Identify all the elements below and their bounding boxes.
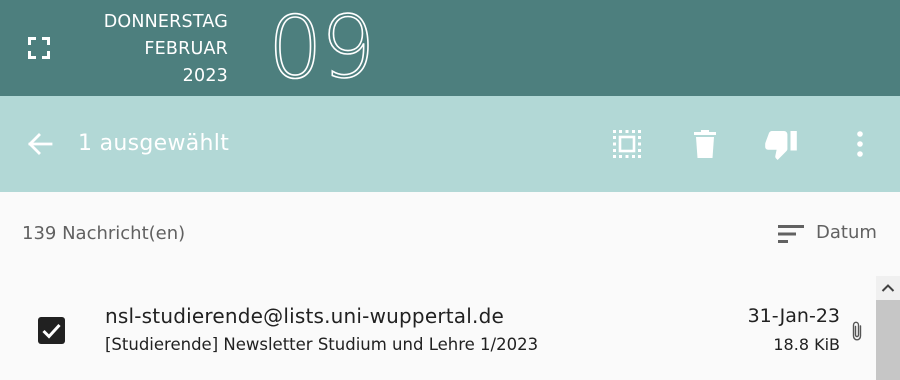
row-checkbox[interactable]	[38, 317, 65, 344]
thumbs-down-icon[interactable]	[765, 128, 797, 160]
message-size: 18.8 KiB	[773, 335, 840, 354]
attachment-icon	[852, 321, 862, 341]
message-date: 31-Jan-23	[747, 305, 840, 327]
scrollbar[interactable]	[876, 276, 900, 380]
month-label: FEBRUAR	[144, 39, 228, 59]
year-label: 2023	[182, 66, 228, 86]
selection-title: 1 ausgewählt	[78, 131, 230, 156]
fullscreen-icon[interactable]	[28, 37, 50, 59]
checkmark-icon	[42, 323, 61, 339]
message-sender: nsl-studierende@lists.uni-wuppertal.de	[105, 304, 504, 328]
more-vert-icon[interactable]	[844, 128, 876, 160]
list-header: 139 Nachricht(en) Datum	[0, 192, 900, 276]
message-row[interactable]: nsl-studierende@lists.uni-wuppertal.de […	[0, 276, 876, 380]
delete-icon[interactable]	[689, 128, 721, 160]
scroll-up-icon[interactable]	[876, 276, 900, 300]
select-all-icon[interactable]	[611, 128, 643, 160]
selection-action-bar: 1 ausgewählt	[0, 96, 900, 192]
date-text: DONNERSTAG FEBRUAR 2023	[104, 9, 228, 90]
sort-label[interactable]: Datum	[816, 221, 877, 245]
back-arrow-icon[interactable]	[26, 130, 54, 158]
day-number: 09	[267, 0, 376, 98]
date-header: DONNERSTAG FEBRUAR 2023 09	[0, 0, 900, 98]
weekday-label: DONNERSTAG	[103, 12, 228, 32]
scroll-thumb[interactable]	[876, 300, 900, 380]
message-count: 139 Nachricht(en)	[22, 223, 186, 244]
sort-icon[interactable]	[776, 222, 806, 246]
message-subject: [Studierende] Newsletter Studium und Leh…	[105, 335, 539, 354]
